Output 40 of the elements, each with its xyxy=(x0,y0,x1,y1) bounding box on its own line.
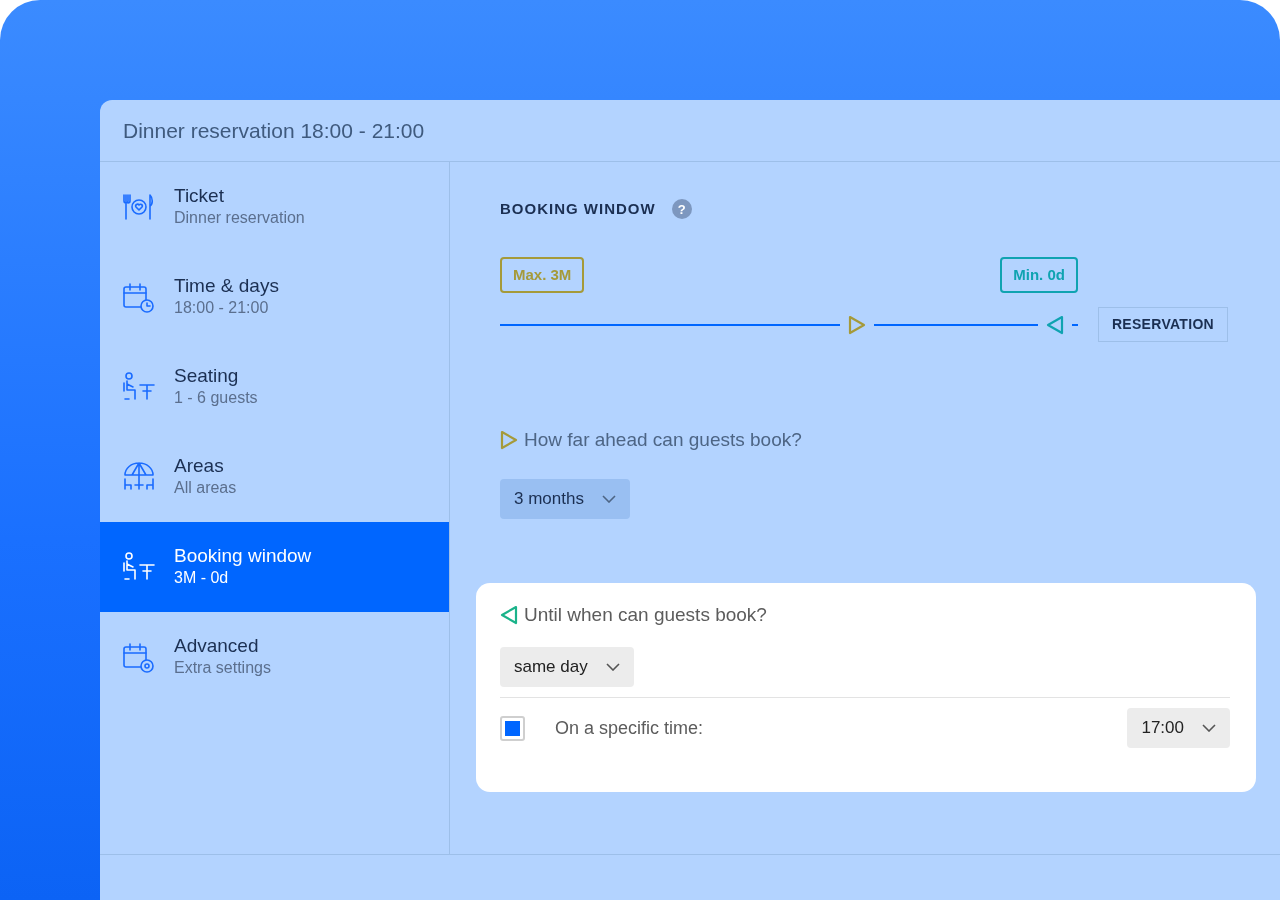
section-heading: BOOKING WINDOW xyxy=(500,199,656,219)
sidebar-item-subtitle: Extra settings xyxy=(174,658,271,678)
timeline-dash xyxy=(1071,323,1078,326)
sidebar-item-subtitle: 1 - 6 guests xyxy=(174,388,258,408)
sidebar-item-subtitle: Dinner reservation xyxy=(174,208,305,228)
day-dropdown[interactable]: same day xyxy=(500,647,634,687)
sidebar-item-title: Areas xyxy=(174,455,225,478)
sidebar-item[interactable]: Areas All areas xyxy=(100,432,449,522)
calendar-clock-icon xyxy=(122,280,156,314)
reverse-triangle-icon xyxy=(1045,314,1064,335)
sidebar-item-title: Booking window xyxy=(174,545,312,568)
chevron-down-icon xyxy=(601,494,616,503)
sidebar-item-subtitle: 3M - 0d xyxy=(174,568,230,588)
max-label: Max. 3M xyxy=(500,256,585,293)
sidebar-item[interactable]: Advanced Extra settings xyxy=(100,612,449,702)
question-text: How far ahead can guests book? xyxy=(524,428,802,452)
checkbox[interactable] xyxy=(500,715,525,741)
play-triangle-icon xyxy=(500,430,518,451)
chevron-down-icon xyxy=(605,663,620,671)
sidebar-item-subtitle: 18:00 - 21:00 xyxy=(174,298,270,318)
sidebar-item[interactable]: Seating 1 - 6 guests xyxy=(100,342,449,432)
months-dropdown[interactable]: 3 months xyxy=(500,478,630,519)
checkbox-label: On a specific time: xyxy=(555,716,704,740)
reverse-triangle-icon xyxy=(500,604,518,625)
sidebar-item[interactable]: Ticket Dinner reservation xyxy=(100,162,449,252)
sidebar-item-title: Ticket xyxy=(174,185,225,208)
window-title: Dinner reservation 18:00 - 21:00 xyxy=(123,117,425,144)
min-label: Min. 0d xyxy=(1000,256,1078,293)
calendar-gear-icon xyxy=(122,640,156,674)
reservation-label: RESERVATION xyxy=(1097,307,1228,342)
sidebar-item-subtitle: All areas xyxy=(174,478,237,498)
question-text: Until when can guests book? xyxy=(524,602,767,627)
sidebar-item-title: Time & days xyxy=(174,275,279,298)
sidebar-item-title: Seating xyxy=(174,365,240,388)
chevron-down-icon xyxy=(1202,724,1216,732)
sidebar-item[interactable]: Time & days 18:00 - 21:00 xyxy=(100,252,449,342)
sidebar-item-title: Advanced xyxy=(174,635,260,658)
time-dropdown[interactable]: 17:00 xyxy=(1127,708,1230,748)
sidebar-item[interactable]: Booking window 3M - 0d xyxy=(100,522,449,612)
play-triangle-icon xyxy=(848,314,867,335)
